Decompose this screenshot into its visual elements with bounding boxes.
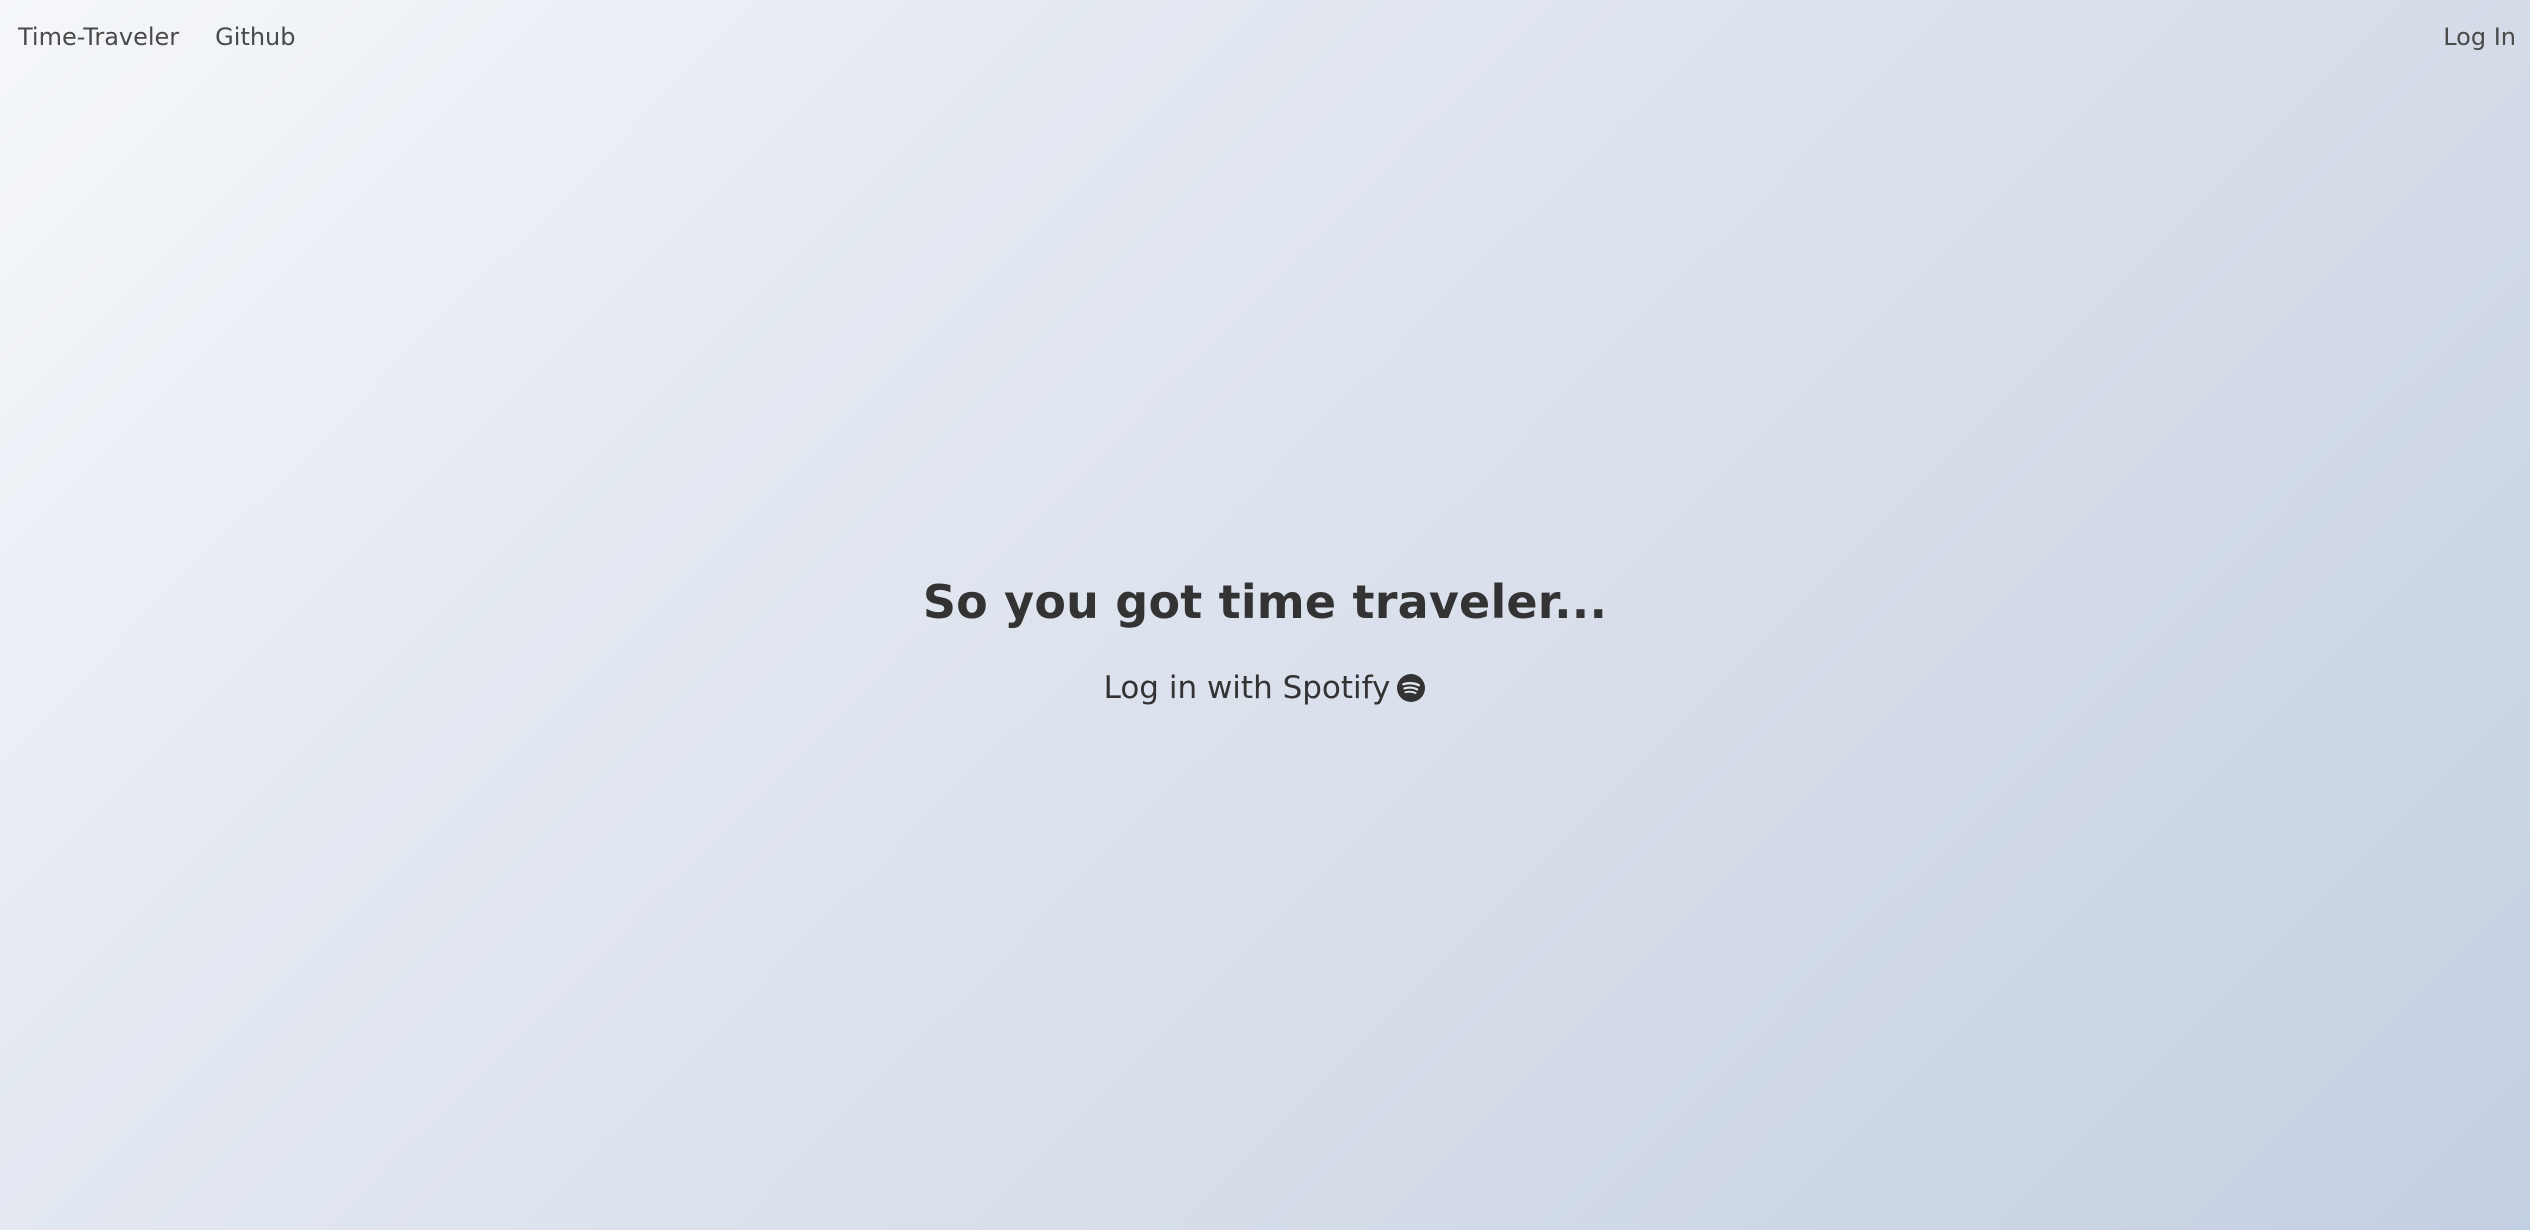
nav-left-group: Time-Traveler Github bbox=[18, 22, 296, 52]
page-title: So you got time traveler... bbox=[922, 575, 1608, 629]
nav-right-group: Log In bbox=[2443, 22, 2516, 52]
brand-link[interactable]: Time-Traveler bbox=[18, 22, 179, 52]
spotify-login-button[interactable]: Log in with Spotify bbox=[1104, 668, 1427, 708]
spotify-login-label: Log in with Spotify bbox=[1103, 670, 1391, 706]
navbar: Time-Traveler Github Log In bbox=[0, 0, 2530, 76]
login-nav-link[interactable]: Log In bbox=[2443, 23, 2516, 51]
hero-section: So you got time traveler... Log in with … bbox=[0, 570, 2530, 708]
github-link[interactable]: Github bbox=[215, 22, 295, 52]
spotify-icon bbox=[1396, 673, 1426, 703]
